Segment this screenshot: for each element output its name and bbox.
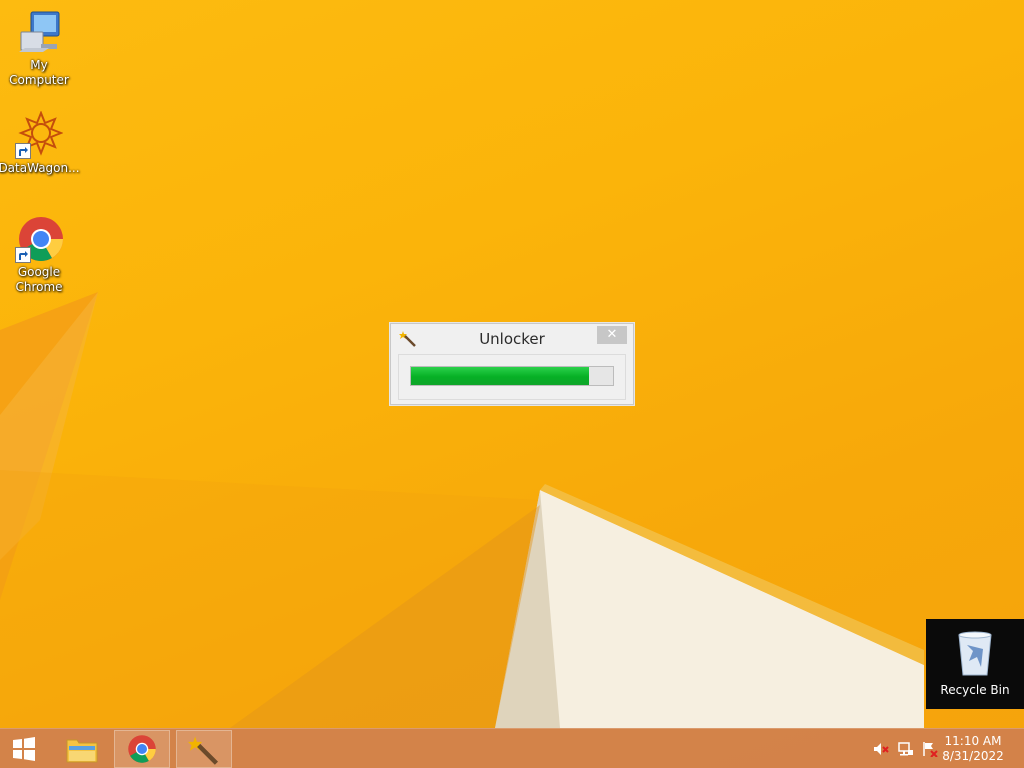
shortcut-arrow-icon: [15, 143, 31, 159]
recycle-bin-label: Recycle Bin: [940, 683, 1010, 697]
clock-time: 11:10 AM: [944, 734, 1002, 748]
speaker-muted-icon[interactable]: [873, 741, 889, 757]
recycle-bin-icon: [955, 631, 995, 677]
close-button[interactable]: ✕: [597, 326, 627, 344]
computer-icon: [15, 8, 63, 56]
taskbar-chrome[interactable]: [114, 730, 170, 768]
desktop-icon-label: DataWagon...: [0, 161, 80, 175]
taskbar-unlocker[interactable]: [176, 730, 232, 768]
windows-logo-icon: [13, 737, 35, 761]
desktop-icon-label: My Computer: [9, 58, 69, 87]
wand-icon: [188, 736, 219, 765]
dialog-titlebar[interactable]: Unlocker ✕: [391, 324, 633, 352]
desktop: My Computer DataWagon... Google Chrome R…: [0, 0, 1024, 768]
progress-bar: [410, 366, 614, 386]
desktop-icon-recycle-bin[interactable]: Recycle Bin: [926, 619, 1024, 709]
shortcut-arrow-icon: [15, 247, 31, 263]
folder-icon: [66, 739, 98, 763]
progress-fill: [411, 367, 589, 385]
dialog-body: [398, 354, 626, 400]
network-icon[interactable]: [898, 741, 914, 757]
desktop-icon-label: Google Chrome: [15, 265, 63, 294]
taskbar-file-explorer[interactable]: [54, 730, 110, 768]
desktop-icon-my-computer[interactable]: My Computer: [0, 8, 78, 88]
start-button[interactable]: [0, 730, 48, 768]
chrome-icon: [128, 735, 156, 763]
datawagon-icon: [15, 110, 64, 159]
desktop-icon-datawagon[interactable]: DataWagon...: [0, 110, 80, 176]
unlocker-dialog: Unlocker ✕: [390, 323, 634, 405]
action-center-flag-icon[interactable]: [922, 741, 938, 758]
taskbar-clock[interactable]: 11:10 AM 8/31/2022: [938, 734, 1008, 764]
clock-date: 8/31/2022: [942, 749, 1004, 763]
taskbar: 11:10 AM 8/31/2022: [0, 728, 1024, 768]
chrome-icon: [15, 215, 63, 263]
desktop-icon-google-chrome[interactable]: Google Chrome: [0, 215, 78, 295]
